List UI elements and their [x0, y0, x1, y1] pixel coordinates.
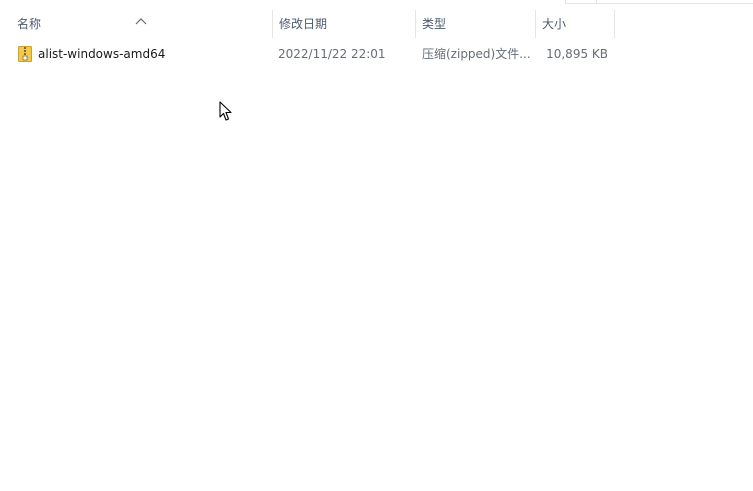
column-header-size-label: 大小: [542, 17, 567, 31]
file-row[interactable]: alist-windows-amd64 2022/11/22 22:01 压缩(…: [11, 42, 616, 66]
zip-folder-icon: [18, 46, 32, 62]
column-header-type-label: 类型: [422, 17, 447, 31]
column-header-size[interactable]: 大小: [535, 10, 615, 38]
column-header-row: 名称 修改日期 类型 大小: [0, 10, 753, 38]
file-name-cell[interactable]: alist-windows-amd64: [18, 42, 268, 66]
column-header-date-modified-label: 修改日期: [279, 17, 328, 31]
column-header-date-modified[interactable]: 修改日期: [272, 10, 415, 38]
file-size: 10,895 KB: [546, 47, 608, 61]
chevron-up-icon: [135, 18, 147, 25]
toolbar-button-edge: [565, 0, 598, 4]
file-explorer-window: 名称 修改日期 类型 大小 alist-windows-amd64 2022/1…: [0, 0, 753, 491]
file-type: 压缩(zipped)文件...: [422, 47, 531, 61]
mouse-pointer-icon: [219, 101, 232, 121]
column-header-name-label: 名称: [17, 17, 42, 31]
file-name: alist-windows-amd64: [38, 47, 166, 61]
file-date-modified: 2022/11/22 22:01: [278, 47, 386, 61]
search-box-edge: [596, 0, 753, 4]
column-header-type[interactable]: 类型: [415, 10, 535, 38]
toolbar-edge: [0, 0, 753, 4]
